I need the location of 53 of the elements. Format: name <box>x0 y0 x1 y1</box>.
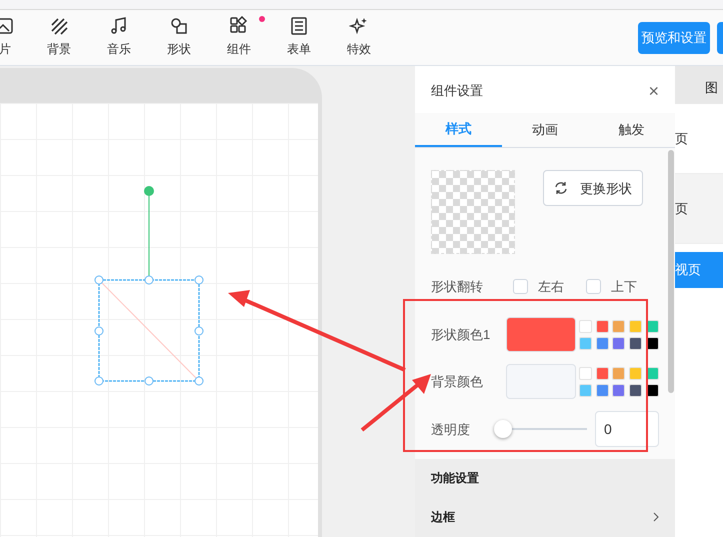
toolbar-button[interactable]: 组件 <box>214 16 264 62</box>
toolbar-button[interactable]: 背景 <box>34 16 84 62</box>
checkbox-option[interactable]: 左右 <box>513 276 564 296</box>
checkbox[interactable] <box>586 278 601 294</box>
page-item[interactable]: 页 <box>675 128 688 148</box>
flip-label: 形状翻转 <box>431 278 484 296</box>
color-swatch[interactable] <box>629 336 642 350</box>
slider-thumb[interactable] <box>494 420 512 438</box>
toolbar-button[interactable]: 形状 <box>154 16 204 62</box>
music-note-icon <box>109 16 129 36</box>
list-icon <box>289 16 309 36</box>
scrollbar[interactable] <box>668 150 674 394</box>
toolbar-button[interactable]: 特效 <box>334 16 384 62</box>
color-swatch[interactable] <box>612 336 626 350</box>
opacity-label: 透明度 <box>431 420 471 439</box>
checkbox-option[interactable]: 上下 <box>586 276 637 296</box>
color-swatch[interactable] <box>612 384 626 397</box>
color-swatch[interactable] <box>629 366 642 380</box>
sparkle-icon <box>349 16 369 36</box>
toolbar-button[interactable]: 表单 <box>274 16 324 62</box>
shape-icon <box>169 16 189 36</box>
layers-header: 图 <box>705 80 718 95</box>
color-swatch[interactable] <box>596 336 609 350</box>
color-swatch[interactable] <box>612 366 626 380</box>
color-swatch[interactable] <box>629 384 642 397</box>
picture-icon <box>0 16 15 36</box>
color-swatch[interactable] <box>596 366 609 380</box>
stripes-icon <box>49 16 69 36</box>
color-swatch[interactable] <box>578 366 592 380</box>
toolbar-button[interactable]: 音乐 <box>94 16 144 62</box>
change-shape-button[interactable]: 更换形状 <box>543 170 643 206</box>
refresh-icon <box>554 181 568 196</box>
color-label: 背景颜色 <box>431 373 484 392</box>
color-swatch[interactable] <box>596 320 609 333</box>
color-swatch[interactable] <box>578 320 592 333</box>
panel-tab[interactable]: 动画 <box>502 113 588 148</box>
close-button[interactable]: × <box>648 82 659 100</box>
color-swatch[interactable] <box>578 336 592 350</box>
blocks-icon <box>229 16 249 36</box>
color-swatch[interactable] <box>612 320 626 333</box>
section-header[interactable]: 功能设置 <box>415 458 675 498</box>
opacity-input[interactable]: 0 <box>595 411 659 448</box>
section-header[interactable]: 边框 <box>415 498 675 537</box>
panel-title: 组件设置 <box>431 82 483 100</box>
color-swatch[interactable] <box>578 384 592 397</box>
color-label: 形状颜色1 <box>431 326 492 344</box>
page-item[interactable]: 页 <box>675 198 688 218</box>
checkbox[interactable] <box>513 278 528 294</box>
color-swatch[interactable] <box>596 384 609 397</box>
color-value-swatch[interactable] <box>506 364 576 400</box>
color-value-swatch[interactable] <box>506 317 576 352</box>
color-swatch[interactable] <box>629 320 642 333</box>
panel-tab[interactable]: 触发 <box>588 113 676 148</box>
